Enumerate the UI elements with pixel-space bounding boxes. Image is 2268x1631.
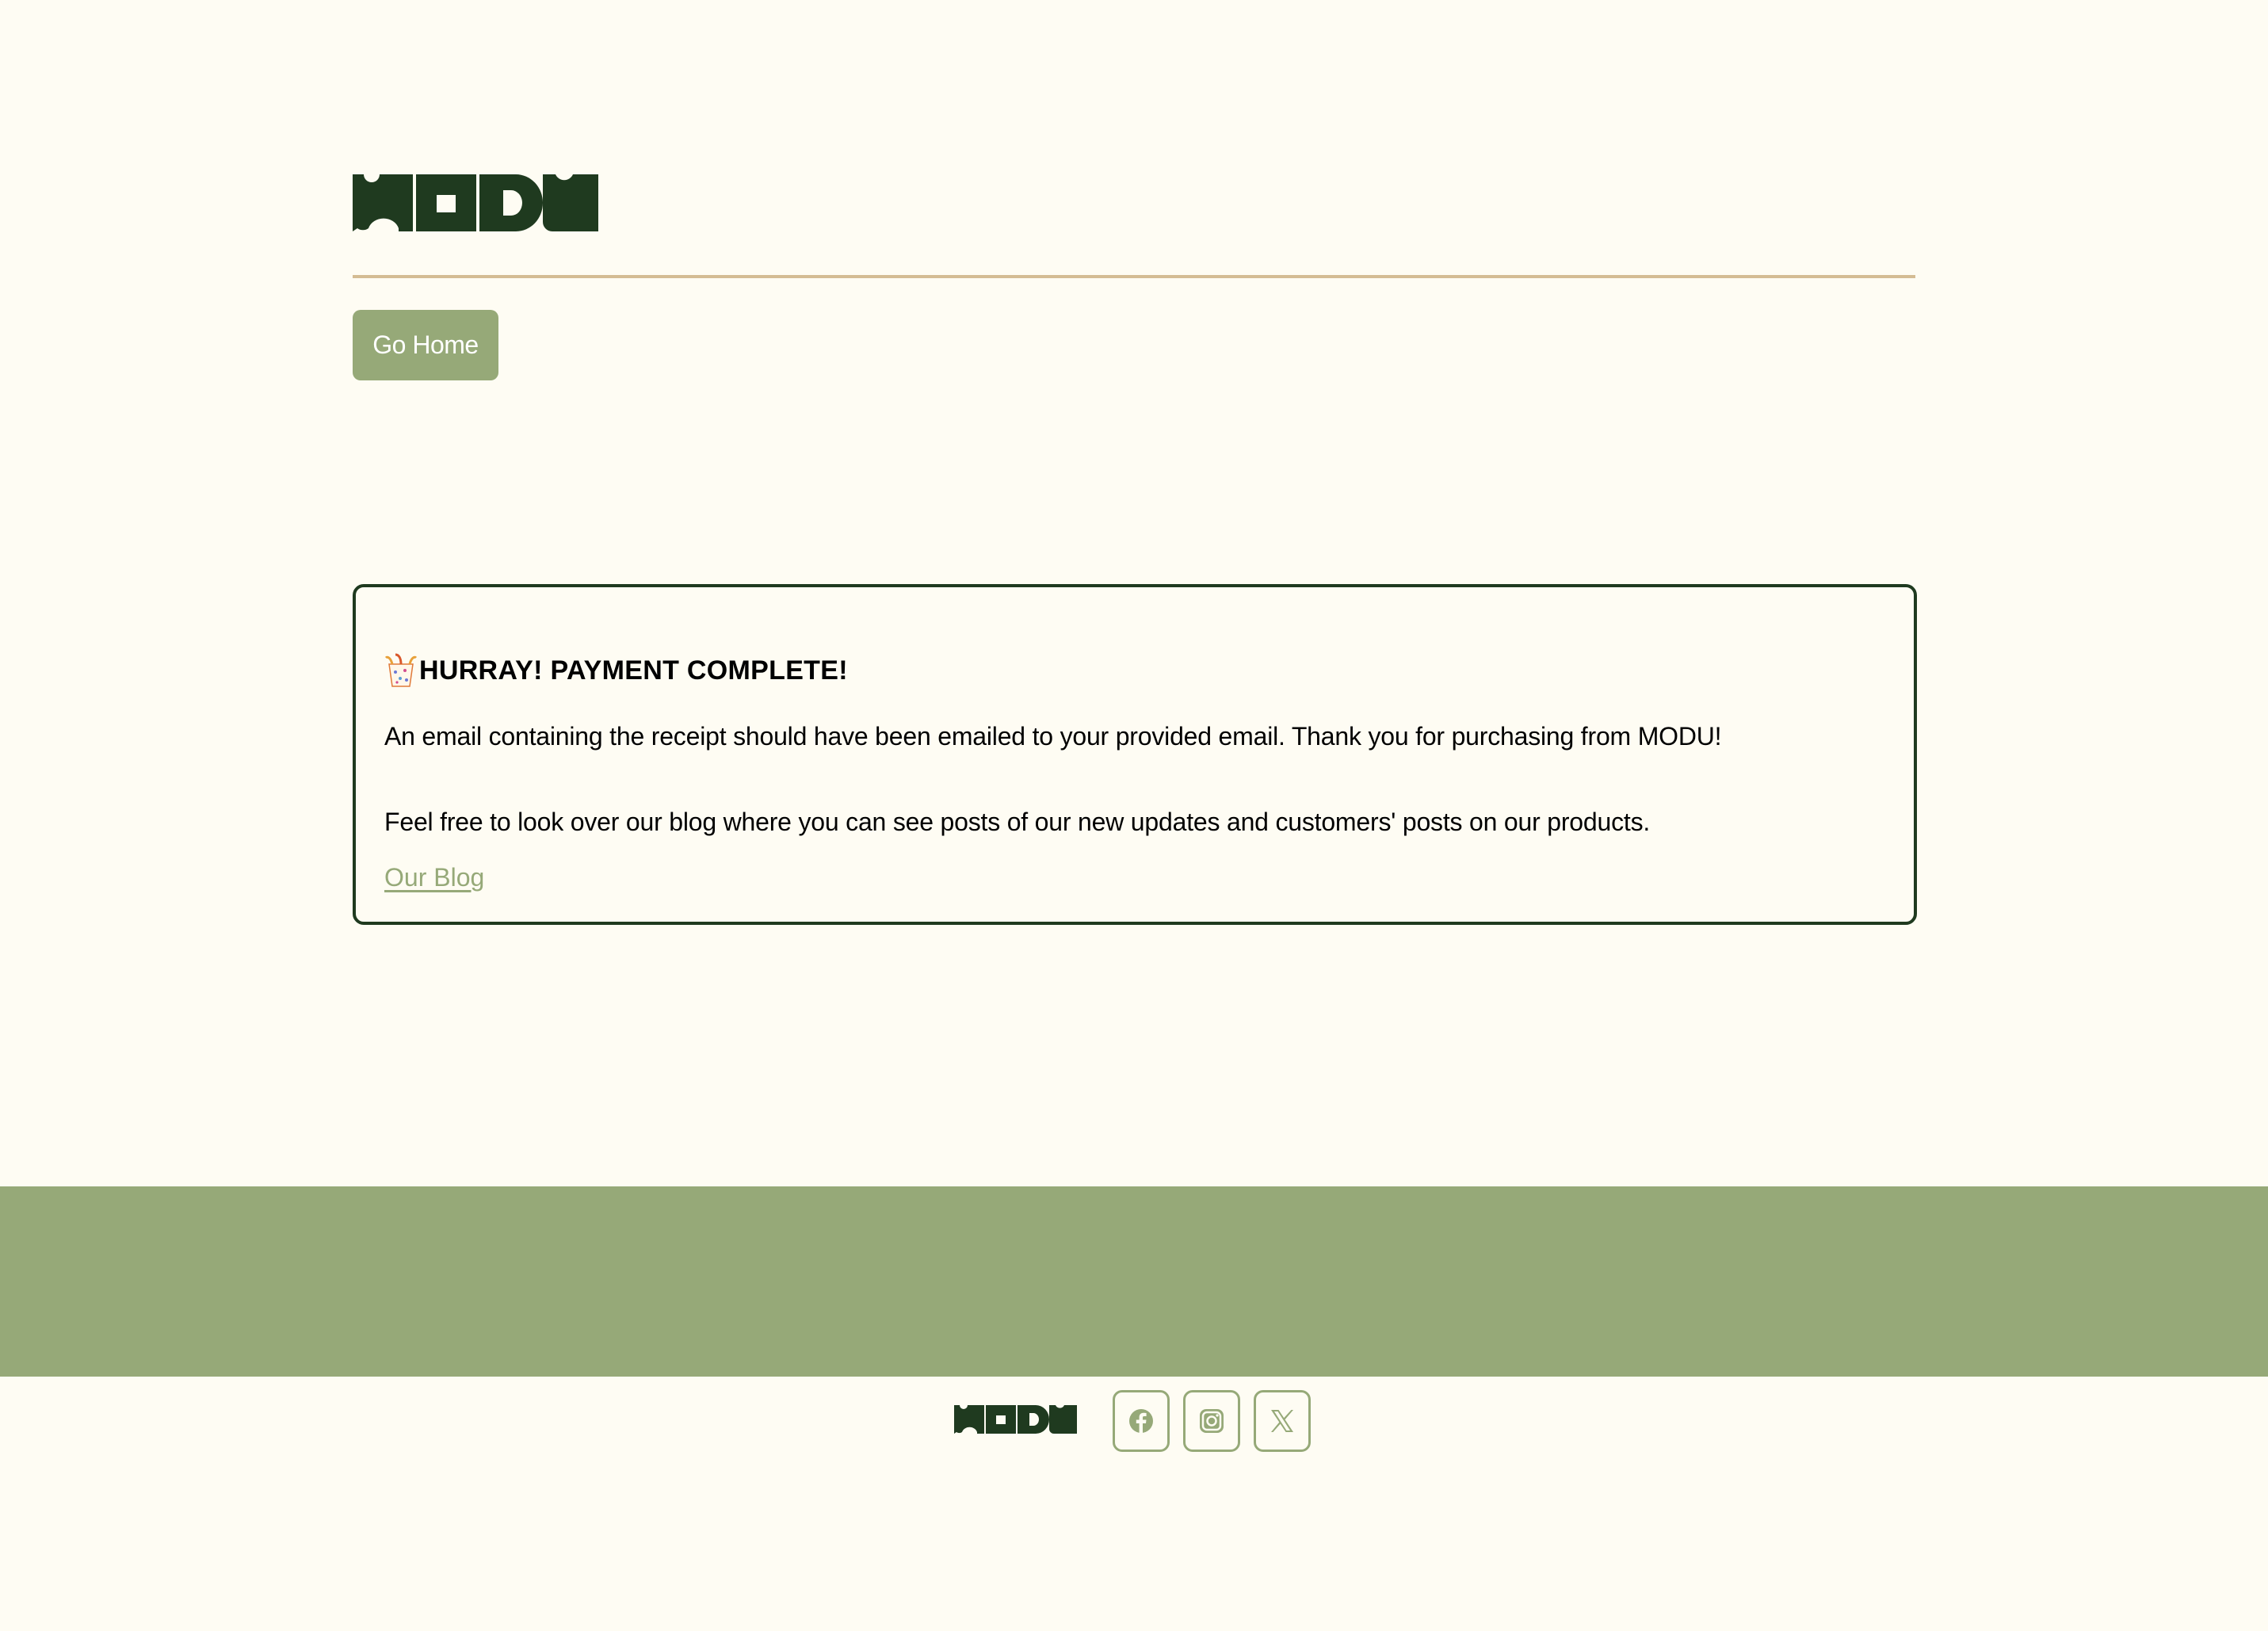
confetti-icon bbox=[384, 653, 418, 687]
facebook-icon bbox=[1129, 1409, 1153, 1434]
confirmation-title-text: HURRAY! PAYMENT COMPLETE! bbox=[419, 655, 848, 686]
confirmation-title: HURRAY! PAYMENT COMPLETE! bbox=[384, 651, 1885, 690]
receipt-message: An email containing the receipt should h… bbox=[384, 722, 1722, 751]
instagram-icon bbox=[1200, 1409, 1224, 1433]
instagram-link[interactable] bbox=[1183, 1390, 1240, 1452]
modu-logo[interactable] bbox=[353, 171, 598, 231]
site-header bbox=[353, 171, 1915, 231]
footer-band bbox=[0, 1186, 2268, 1377]
footer-modu-logo[interactable] bbox=[954, 1404, 1077, 1434]
go-home-button[interactable]: Go Home bbox=[353, 310, 498, 380]
our-blog-link[interactable]: Our Blog bbox=[384, 861, 484, 893]
header-divider bbox=[353, 275, 1915, 278]
x-icon bbox=[1271, 1410, 1293, 1432]
payment-confirmation-card: HURRAY! PAYMENT COMPLETE! An email conta… bbox=[353, 584, 1917, 925]
site-footer bbox=[0, 1388, 2268, 1455]
facebook-link[interactable] bbox=[1113, 1390, 1170, 1452]
card-content: HURRAY! PAYMENT COMPLETE! An email conta… bbox=[384, 651, 1885, 892]
x-link[interactable] bbox=[1254, 1390, 1311, 1452]
blog-prompt: Feel free to look over our blog where yo… bbox=[384, 808, 1651, 836]
